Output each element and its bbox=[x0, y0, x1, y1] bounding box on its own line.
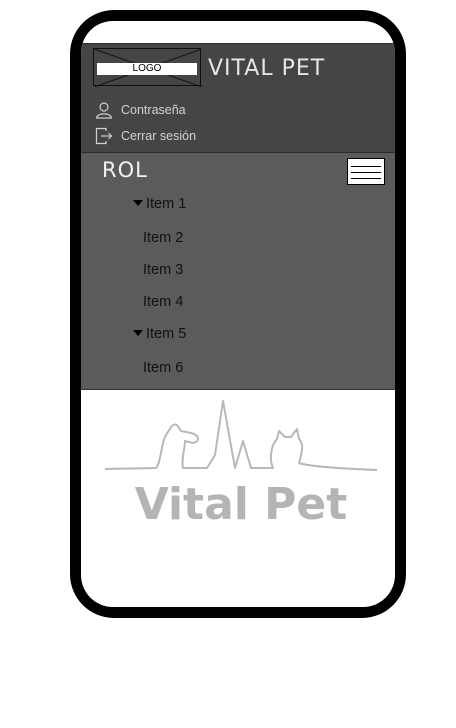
logout-icon bbox=[95, 127, 113, 145]
nav-item-label: Item 2 bbox=[143, 230, 184, 246]
user-icon bbox=[95, 102, 113, 119]
logout-link[interactable]: Cerrar sesión bbox=[95, 126, 196, 146]
brand-name: Vital Pet bbox=[135, 479, 348, 530]
nav-item-label: Item 3 bbox=[143, 262, 184, 278]
hamburger-line bbox=[351, 166, 381, 167]
caret-down-icon bbox=[133, 200, 143, 206]
hamburger-line bbox=[351, 178, 381, 179]
nav-item-label: Item 5 bbox=[146, 326, 187, 342]
nav-item-5[interactable]: Item 5 bbox=[133, 326, 186, 342]
nav-item-3[interactable]: Item 3 bbox=[143, 262, 183, 278]
nav-item-label: Item 4 bbox=[143, 294, 184, 310]
phone-screen: LOGO VITAL PET Contraseña Cerrar sesión … bbox=[81, 21, 395, 607]
nav-item-2[interactable]: Item 2 bbox=[143, 230, 183, 246]
app-header: LOGO VITAL PET Contraseña Cerrar sesión bbox=[81, 43, 395, 154]
brand-logo: Vital Pet bbox=[101, 393, 381, 533]
hamburger-line bbox=[351, 172, 381, 173]
logo-placeholder: LOGO bbox=[93, 48, 202, 87]
role-title: ROL bbox=[102, 158, 148, 182]
nav-item-6[interactable]: Item 6 bbox=[143, 360, 183, 376]
caret-down-icon bbox=[133, 330, 143, 336]
password-link-label: Contraseña bbox=[121, 103, 186, 117]
hamburger-menu-button[interactable] bbox=[347, 158, 385, 185]
nav-item-4[interactable]: Item 4 bbox=[143, 294, 183, 310]
nav-item-label: Item 6 bbox=[143, 360, 184, 376]
logo-label: LOGO bbox=[97, 63, 197, 75]
nav-item-1[interactable]: Item 1 bbox=[133, 196, 186, 212]
logout-link-label: Cerrar sesión bbox=[121, 129, 197, 143]
app-title: VITAL PET bbox=[208, 56, 326, 81]
nav-item-label: Item 1 bbox=[146, 196, 187, 212]
brand-logo-graphic: Vital Pet bbox=[104, 400, 378, 530]
role-menu-panel: ROL Item 1 Item 2 Item 3 Item 4 Item 5 I… bbox=[81, 153, 395, 390]
password-link[interactable]: Contraseña bbox=[95, 100, 186, 120]
